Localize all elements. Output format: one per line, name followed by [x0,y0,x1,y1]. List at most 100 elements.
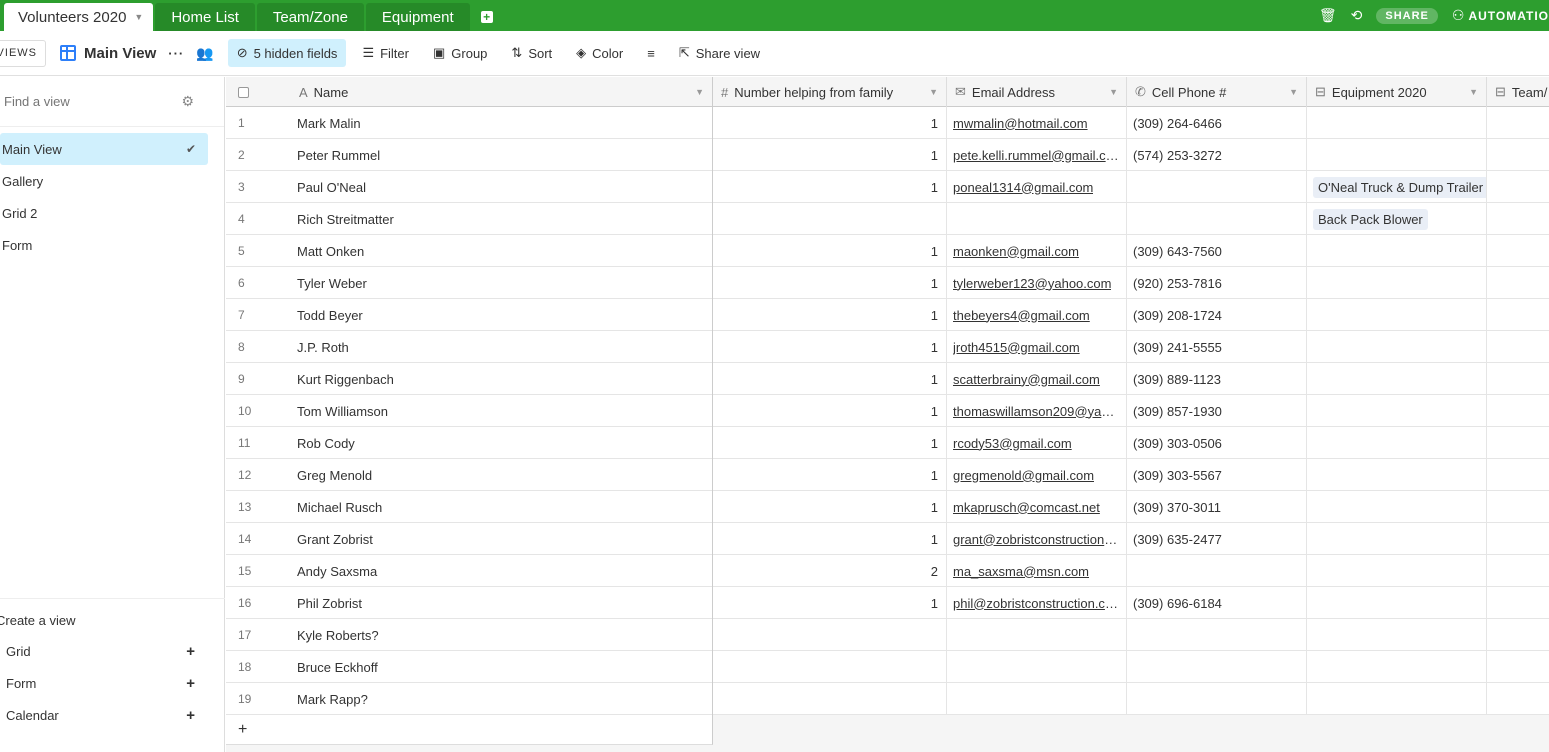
family-count-cell[interactable]: 1 [713,107,947,139]
email-cell[interactable]: thebeyers4@gmail.com [947,299,1127,331]
collaborators-icon[interactable]: 👥 [196,45,213,62]
team-cell[interactable] [1487,651,1549,683]
name-cell[interactable]: Bruce Eckhoff [291,651,713,683]
create-form-view[interactable]: Form + [0,667,225,699]
phone-cell[interactable]: (309) 635-2477 [1127,523,1307,555]
email-cell[interactable]: mwmalin@hotmail.com [947,107,1127,139]
email-link[interactable]: grant@zobristconstruction.com [953,532,1120,547]
email-link[interactable]: scatterbrainy@gmail.com [953,372,1100,387]
equipment-cell[interactable] [1307,523,1487,555]
email-cell[interactable]: rcody53@gmail.com [947,427,1127,459]
team-cell[interactable] [1487,171,1549,203]
email-link[interactable]: phil@zobristconstruction.com [953,596,1120,611]
column-header-email[interactable]: ✉ Email Address ▼ [947,77,1127,107]
equipment-cell[interactable] [1307,491,1487,523]
email-cell[interactable]: tylerweber123@yahoo.com [947,267,1127,299]
family-count-cell[interactable]: 1 [713,587,947,619]
phone-cell[interactable] [1127,619,1307,651]
select-all-checkbox[interactable] [238,86,249,98]
name-cell[interactable]: Phil Zobrist [291,587,713,619]
phone-cell[interactable]: (309) 241-5555 [1127,331,1307,363]
family-count-cell[interactable]: 1 [713,267,947,299]
table-row[interactable]: 12 Greg Menold 1 gregmenold@gmail.com (309) … [226,459,1549,491]
team-cell[interactable] [1487,203,1549,235]
current-view-name[interactable]: Main View [84,45,156,62]
email-link[interactable]: rcody53@gmail.com [953,436,1072,451]
email-link[interactable]: mkaprusch@comcast.net [953,500,1100,515]
family-count-cell[interactable]: 1 [713,299,947,331]
name-cell[interactable]: Mark Malin [291,107,713,139]
phone-cell[interactable]: (309) 696-6184 [1127,587,1307,619]
team-cell[interactable] [1487,619,1549,651]
email-cell[interactable]: maonken@gmail.com [947,235,1127,267]
share-view-button[interactable]: ⇱ Share view [679,45,760,61]
history-icon[interactable]: ⟲ [1351,7,1363,24]
name-cell[interactable]: J.P. Roth [291,331,713,363]
table-row[interactable]: 14 Grant Zobrist 1 grant@zobristconstructio… [226,523,1549,555]
team-cell[interactable] [1487,523,1549,555]
team-cell[interactable] [1487,683,1549,715]
equipment-cell[interactable] [1307,459,1487,491]
team-cell[interactable] [1487,459,1549,491]
phone-cell[interactable]: (309) 857-1930 [1127,395,1307,427]
name-cell[interactable]: Rob Cody [291,427,713,459]
email-cell[interactable] [947,651,1127,683]
table-row[interactable]: 19 Mark Rapp? [226,683,1549,715]
equipment-cell[interactable] [1307,619,1487,651]
more-options-icon[interactable]: ··· [168,46,184,61]
views-toggle-button[interactable]: VIEWS [0,39,46,67]
name-cell[interactable]: Tyler Weber [291,267,713,299]
family-count-cell[interactable]: 1 [713,427,947,459]
equipment-cell[interactable] [1307,107,1487,139]
team-cell[interactable] [1487,331,1549,363]
table-row[interactable]: 4 Rich Streitmatter Back Pack Blower [226,203,1549,235]
name-cell[interactable]: Greg Menold [291,459,713,491]
equipment-cell[interactable] [1307,331,1487,363]
table-row[interactable]: 9 Kurt Riggenbach 1 scatterbrainy@gmail.com… [226,363,1549,395]
family-count-cell[interactable] [713,619,947,651]
add-table-button[interactable]: + [472,3,502,31]
chevron-down-icon[interactable]: ▼ [1289,87,1298,97]
name-cell[interactable]: Paul O'Neal [291,171,713,203]
email-cell[interactable]: mkaprusch@comcast.net [947,491,1127,523]
family-count-cell[interactable]: 2 [713,555,947,587]
column-header-family[interactable]: # Number helping from family ▼ [713,77,947,107]
family-count-cell[interactable]: 1 [713,363,947,395]
equipment-cell[interactable] [1307,651,1487,683]
team-cell[interactable] [1487,363,1549,395]
email-cell[interactable] [947,203,1127,235]
name-cell[interactable]: Matt Onken [291,235,713,267]
equipment-cell[interactable]: O'Neal Truck & Dump Trailer [1307,171,1487,203]
team-cell[interactable] [1487,107,1549,139]
email-cell[interactable]: phil@zobristconstruction.com [947,587,1127,619]
table-row[interactable]: 7 Todd Beyer 1 thebeyers4@gmail.com (309) 20… [226,299,1549,331]
phone-cell[interactable]: (309) 303-5567 [1127,459,1307,491]
family-count-cell[interactable]: 1 [713,331,947,363]
group-button[interactable]: ▣ Group [433,45,487,61]
email-link[interactable]: pete.kelli.rummel@gmail.com [953,148,1120,163]
family-count-cell[interactable]: 1 [713,395,947,427]
email-link[interactable]: ma_saxsma@msn.com [953,564,1089,579]
family-count-cell[interactable] [713,683,947,715]
create-calendar-view[interactable]: Calendar + [0,699,225,731]
phone-cell[interactable] [1127,555,1307,587]
name-cell[interactable]: Mark Rapp? [291,683,713,715]
phone-cell[interactable]: (309) 208-1724 [1127,299,1307,331]
automations-button[interactable]: AUTOMATIO [1468,9,1549,23]
email-link[interactable]: thebeyers4@gmail.com [953,308,1090,323]
chevron-down-icon[interactable]: ▼ [1469,87,1478,97]
chevron-down-icon[interactable]: ▼ [695,87,704,97]
equipment-cell[interactable] [1307,267,1487,299]
table-row[interactable]: 5 Matt Onken 1 maonken@gmail.com (309) 643-7… [226,235,1549,267]
gear-icon[interactable]: ⚙ [181,93,194,110]
table-row[interactable]: 13 Michael Rusch 1 mkaprusch@comcast.net (30… [226,491,1549,523]
table-row[interactable]: 17 Kyle Roberts? [226,619,1549,651]
row-height-button[interactable]: ≡ [647,46,655,61]
chevron-down-icon[interactable]: ▼ [929,87,938,97]
table-row[interactable]: 2 Peter Rummel 1 pete.kelli.rummel@gmail.co… [226,139,1549,171]
equipment-cell[interactable] [1307,363,1487,395]
family-count-cell[interactable]: 1 [713,491,947,523]
phone-cell[interactable]: (309) 643-7560 [1127,235,1307,267]
email-link[interactable]: maonken@gmail.com [953,244,1079,259]
phone-cell[interactable]: (309) 303-0506 [1127,427,1307,459]
